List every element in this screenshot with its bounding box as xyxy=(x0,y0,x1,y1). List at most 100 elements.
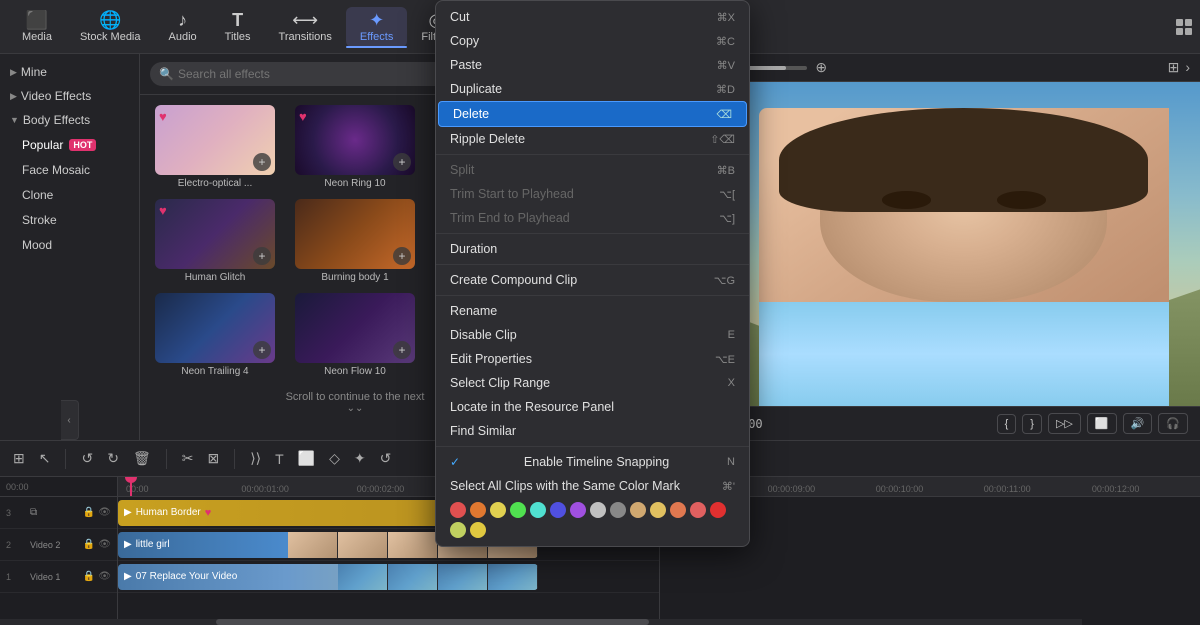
effect-add-neon-flow-10[interactable]: + xyxy=(393,341,411,359)
tl-cut-icon[interactable]: ✂ xyxy=(179,447,197,470)
menu-cut[interactable]: Cut ⌘X xyxy=(436,5,749,29)
toolbar-transitions[interactable]: ⟷ Transitions xyxy=(265,7,346,47)
effect-add-neon-trailing[interactable]: + xyxy=(253,341,271,359)
menu-locate-resource[interactable]: Locate in the Resource Panel xyxy=(436,395,749,419)
menu-select-range[interactable]: Select Clip Range X xyxy=(436,371,749,395)
color-dot-salmon[interactable] xyxy=(670,502,686,518)
thumb-replace-3 xyxy=(438,564,488,590)
tl-clip-icon[interactable]: ⬜ xyxy=(295,447,318,470)
zoom-slider[interactable] xyxy=(747,66,807,70)
effect-add-neon-ring-10[interactable]: + xyxy=(393,153,411,171)
bracket-left-button[interactable]: { xyxy=(997,414,1017,434)
menu-locate-label: Locate in the Resource Panel xyxy=(450,400,614,414)
layout-icon[interactable]: ⊞ xyxy=(1168,59,1180,76)
tl-grid-icon[interactable]: ⊞ xyxy=(10,447,28,470)
track-name-2: Video 2 xyxy=(30,540,60,550)
effect-add-electro[interactable]: + xyxy=(253,153,271,171)
screen-btn[interactable]: ⬜ xyxy=(1087,413,1117,434)
color-dot-purple[interactable] xyxy=(570,502,586,518)
tl-redo-icon[interactable]: ↻ xyxy=(104,447,122,470)
more-icon[interactable]: › xyxy=(1185,59,1190,76)
edit-props-shortcut: ⌥E xyxy=(715,353,735,366)
menu-delete[interactable]: Delete ⌫ xyxy=(438,101,747,127)
color-dot-blue[interactable] xyxy=(550,502,566,518)
tl-magic-icon[interactable]: ✦ xyxy=(351,447,369,470)
sidebar-item-face-mosaic[interactable]: Face Mosaic xyxy=(6,158,133,182)
color-dot-yellow[interactable] xyxy=(490,502,506,518)
sidebar-item-clone[interactable]: Clone xyxy=(6,183,133,207)
menu-duration[interactable]: Duration xyxy=(436,237,749,261)
color-dot-orange[interactable] xyxy=(470,502,486,518)
color-dot-yellow-green[interactable] xyxy=(450,522,466,538)
menu-paste[interactable]: Paste ⌘V xyxy=(436,53,749,77)
color-dot-amber[interactable] xyxy=(470,522,486,538)
effect-electro-optical[interactable]: ♥ + Electro-optical ... xyxy=(148,103,282,191)
zoom-in-icon[interactable]: ⊕ xyxy=(815,59,827,76)
tl-crop-icon[interactable]: ⊠ xyxy=(204,447,222,470)
tl-undo-icon[interactable]: ↺ xyxy=(78,447,96,470)
track-3-eye[interactable]: 👁 xyxy=(98,507,111,518)
grid-layout-icon[interactable] xyxy=(1176,19,1192,35)
sidebar-group-video-effects[interactable]: ▶ Video Effects xyxy=(0,84,139,108)
tl-refresh-icon[interactable]: ↺ xyxy=(377,447,395,470)
effect-thumb-electro: ♥ + xyxy=(155,105,275,175)
color-dot-red[interactable] xyxy=(710,502,726,518)
menu-same-color[interactable]: Select All Clips with the Same Color Mar… xyxy=(436,474,749,498)
effect-add-human-glitch[interactable]: + xyxy=(253,247,271,265)
menu-disable-clip[interactable]: Disable Clip E xyxy=(436,323,749,347)
toolbar-stock-media[interactable]: 🌐 Stock Media xyxy=(66,7,155,47)
menu-edit-properties[interactable]: Edit Properties ⌥E xyxy=(436,347,749,371)
audio-btn[interactable]: 🔊 xyxy=(1123,413,1153,434)
sidebar-item-stroke[interactable]: Stroke xyxy=(6,208,133,232)
menu-ripple-delete[interactable]: Ripple Delete ⇧⌫ xyxy=(436,127,749,151)
tl-cursor-icon[interactable]: ↖ xyxy=(36,447,54,470)
track-1-eye[interactable]: 👁 xyxy=(98,571,111,582)
color-dot-green[interactable] xyxy=(510,502,526,518)
menu-rename[interactable]: Rename xyxy=(436,299,749,323)
effect-label-human-glitch: Human Glitch xyxy=(185,272,246,283)
color-dot-tan[interactable] xyxy=(630,502,646,518)
track-label-3: 3 ⧉ 🔒 👁 xyxy=(0,497,117,529)
horizontal-scrollbar[interactable] xyxy=(0,619,1082,625)
color-dot-red-light[interactable] xyxy=(690,502,706,518)
color-dot-pink[interactable] xyxy=(450,502,466,518)
toolbar-audio[interactable]: ♪ Audio xyxy=(155,7,211,47)
effect-human-glitch[interactable]: ♥ + Human Glitch xyxy=(148,197,282,285)
tl-speed-icon[interactable]: ⟩⟩ xyxy=(247,447,264,470)
track-1-lock[interactable]: 🔒 xyxy=(83,571,95,582)
effect-neon-flow-10[interactable]: + Neon Flow 10 xyxy=(288,291,422,379)
toolbar-media[interactable]: ⬛ Media xyxy=(8,7,66,47)
effect-add-burning-body[interactable]: + xyxy=(393,247,411,265)
sidebar-group-body-effects[interactable]: ▼ Body Effects xyxy=(0,108,139,132)
clip-replace-video[interactable]: ▶ 07 Replace Your Video xyxy=(118,564,538,590)
toolbar-effects[interactable]: ✦ Effects xyxy=(346,7,407,47)
sidebar-group-mine[interactable]: ▶ Mine xyxy=(0,60,139,84)
scrollbar-thumb[interactable] xyxy=(216,619,649,625)
tl-trash-icon[interactable]: 🗑 xyxy=(130,447,154,470)
playhead[interactable] xyxy=(130,477,132,496)
effect-burning-body[interactable]: + Burning body 1 xyxy=(288,197,422,285)
menu-find-similar[interactable]: Find Similar xyxy=(436,419,749,443)
color-dot-gray[interactable] xyxy=(610,502,626,518)
color-dot-teal[interactable] xyxy=(530,502,546,518)
bracket-right-button[interactable]: } xyxy=(1022,414,1042,434)
sidebar-item-mood[interactable]: Mood xyxy=(6,233,133,257)
headphones-btn[interactable]: 🎧 xyxy=(1158,413,1188,434)
playback-btn[interactable]: ▷▷ xyxy=(1048,413,1081,434)
track-3-lock[interactable]: 🔒 xyxy=(83,507,95,518)
color-dot-light-gray[interactable] xyxy=(590,502,606,518)
collapse-sidebar-button[interactable]: ‹ xyxy=(61,400,79,440)
tl-text-icon[interactable]: T xyxy=(272,448,287,470)
menu-compound[interactable]: Create Compound Clip ⌥G xyxy=(436,268,749,292)
track-2-eye[interactable]: 👁 xyxy=(98,539,111,550)
color-dot-gold[interactable] xyxy=(650,502,666,518)
effect-neon-ring-10[interactable]: ♥ + Neon Ring 10 xyxy=(288,103,422,191)
track-2-lock[interactable]: 🔒 xyxy=(83,539,95,550)
menu-copy[interactable]: Copy ⌘C xyxy=(436,29,749,53)
effect-neon-trailing[interactable]: + Neon Trailing 4 xyxy=(148,291,282,379)
menu-duplicate[interactable]: Duplicate ⌘D xyxy=(436,77,749,101)
toolbar-titles[interactable]: T Titles xyxy=(211,7,265,47)
tl-shape-icon[interactable]: ◇ xyxy=(326,447,343,470)
menu-snapping[interactable]: ✓ Enable Timeline Snapping N xyxy=(436,450,749,474)
sidebar-item-popular[interactable]: Popular HOT xyxy=(6,133,133,157)
